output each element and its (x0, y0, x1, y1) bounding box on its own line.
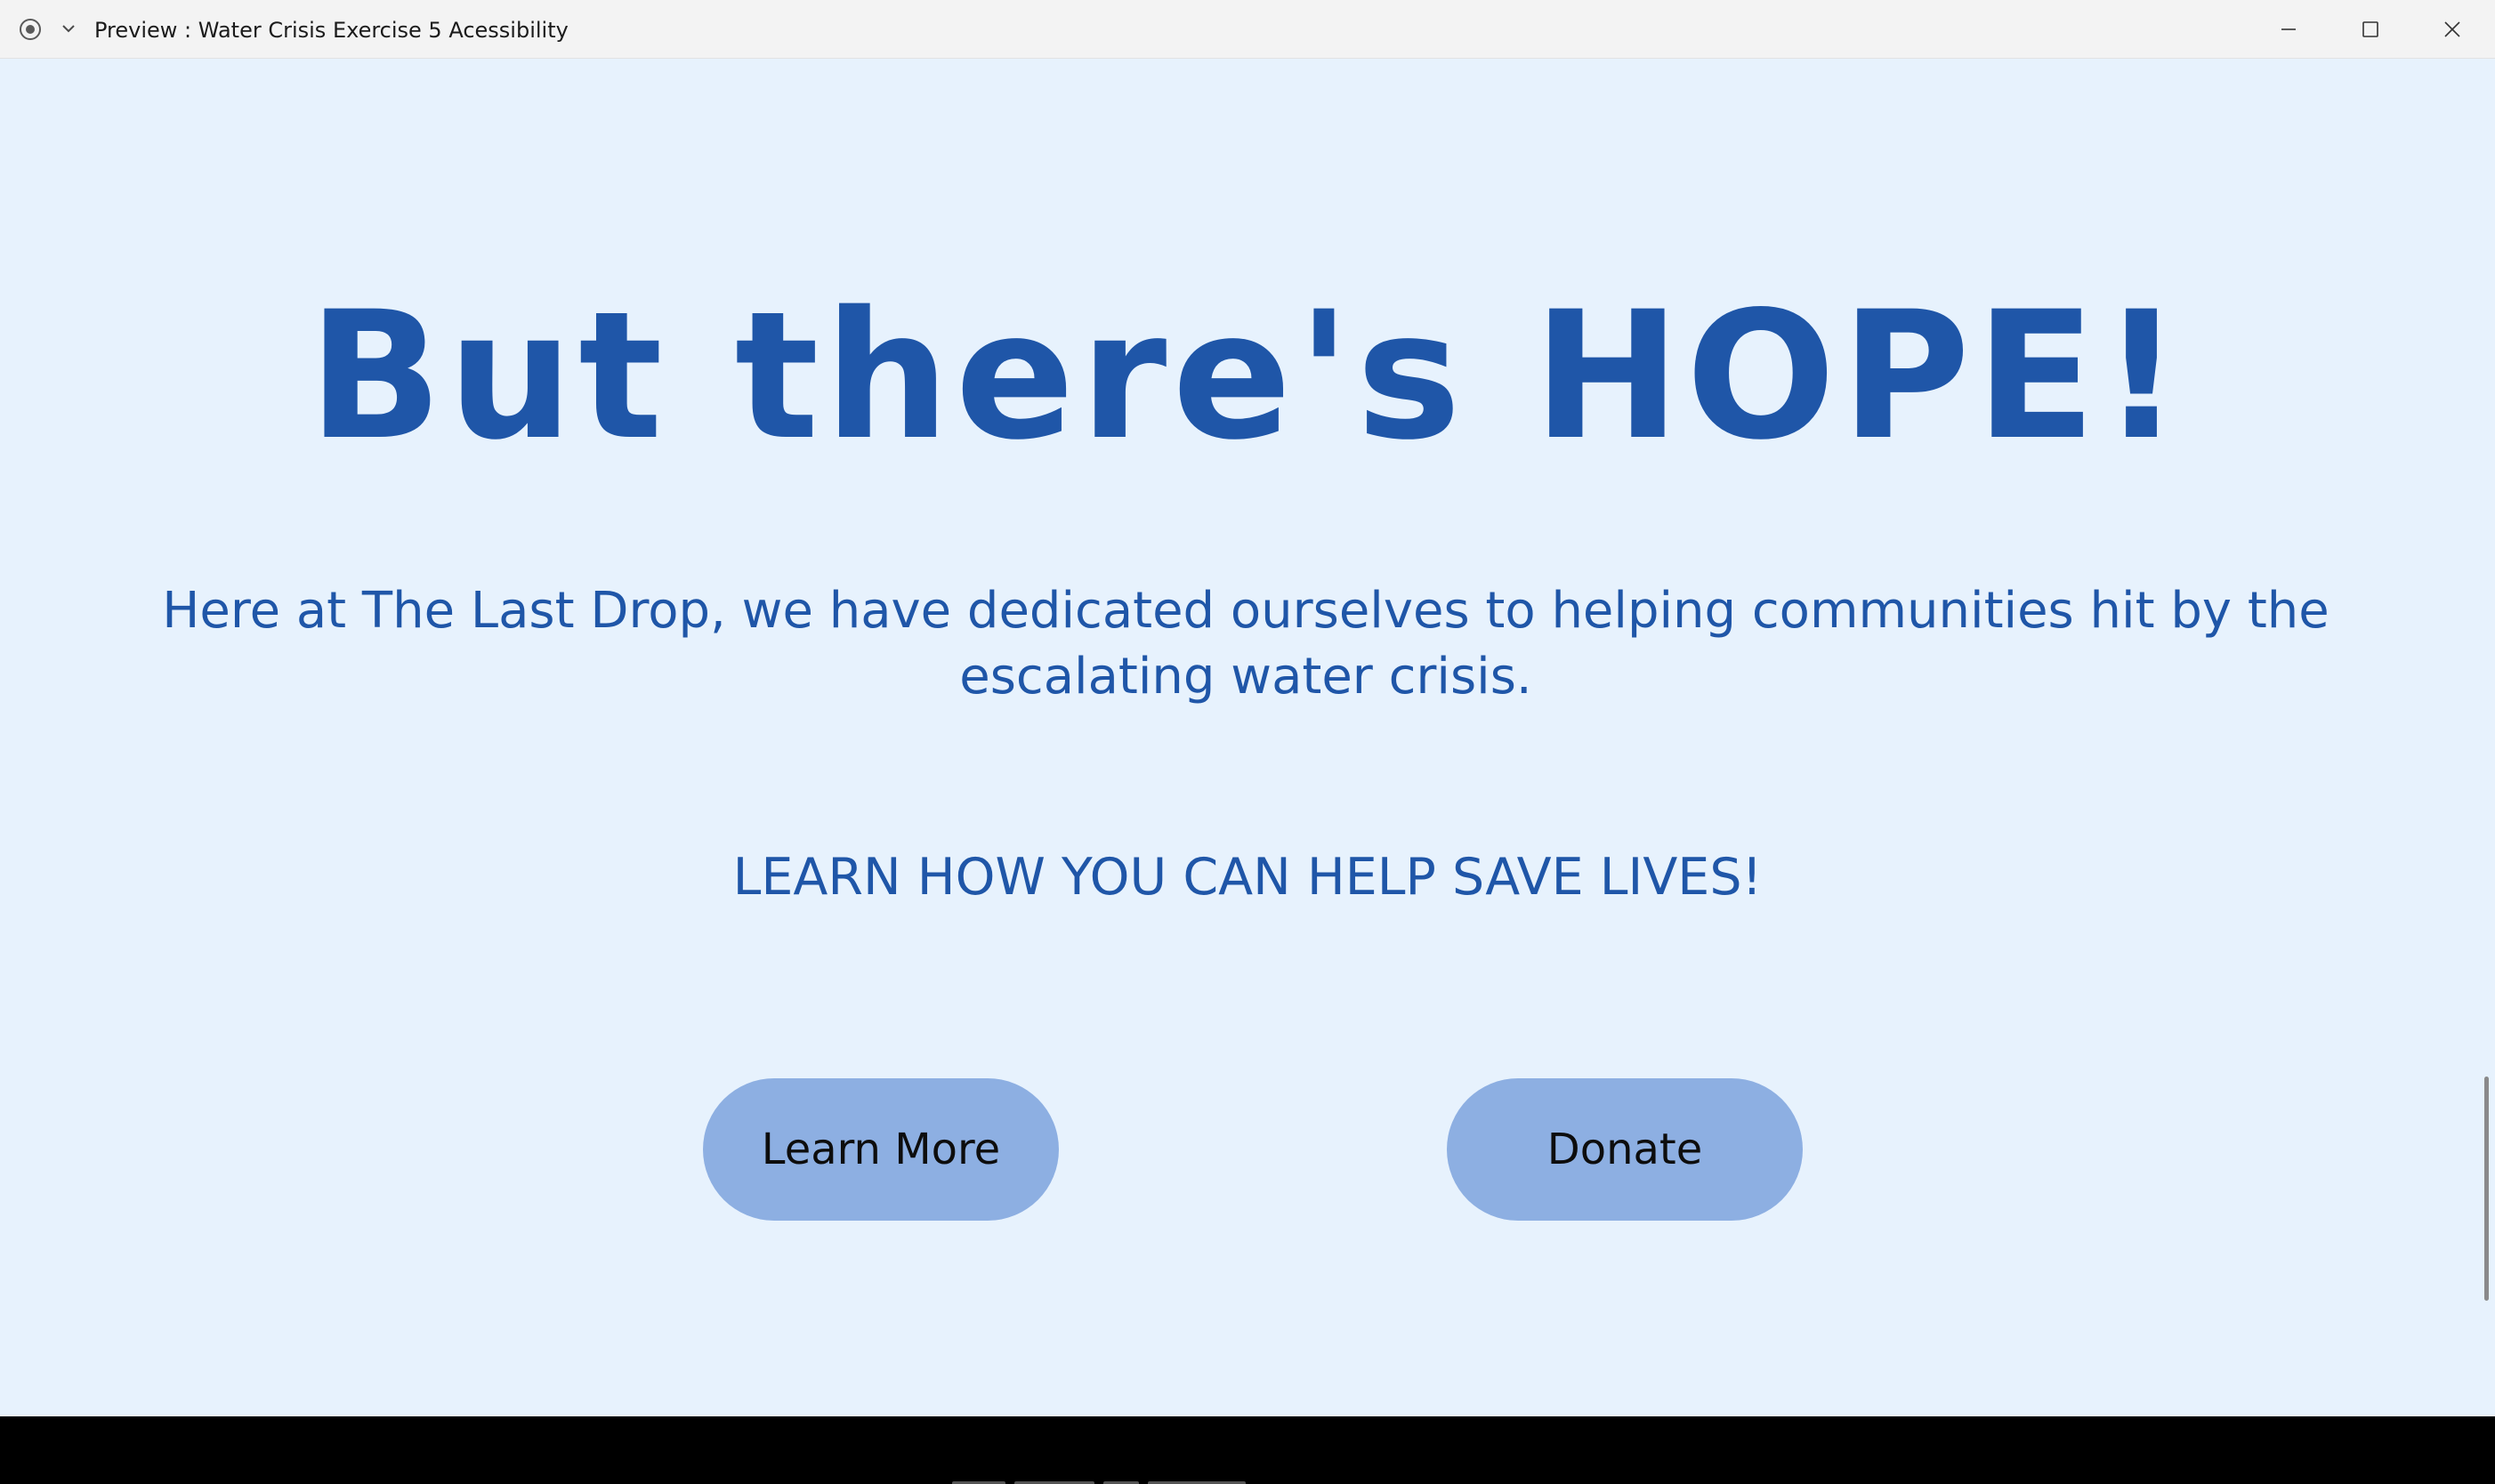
scrollbar-thumb[interactable] (2484, 1077, 2489, 1301)
intro-paragraph: Here at The Last Drop, we have dedicated… (162, 582, 2329, 706)
donate-button[interactable]: Donate (1447, 1078, 1803, 1221)
page-content: But there's HOPE! Here at The Last Drop,… (0, 59, 2495, 1416)
window-title: Preview : Water Crisis Exercise 5 Acessi… (94, 18, 569, 43)
close-icon (2444, 21, 2460, 37)
close-button[interactable] (2411, 0, 2493, 59)
footer-partial-text (952, 1473, 1272, 1484)
page-footer (0, 1416, 2495, 1484)
preview-window: Preview : Water Crisis Exercise 5 Acessi… (0, 0, 2495, 1484)
chevron-down-icon[interactable] (59, 19, 78, 38)
maximize-button[interactable] (2329, 0, 2411, 59)
record-icon[interactable] (18, 17, 43, 42)
call-to-action: LEARN HOW YOU CAN HELP SAVE LIVES! (732, 848, 1763, 907)
learn-more-button[interactable]: Learn More (703, 1078, 1059, 1221)
title-bar: Preview : Water Crisis Exercise 5 Acessi… (0, 0, 2495, 59)
minimize-button[interactable] (2248, 0, 2329, 59)
minimize-icon (2281, 28, 2296, 30)
page-title: But there's HOPE! (308, 273, 2187, 479)
maximize-icon (2362, 21, 2378, 37)
